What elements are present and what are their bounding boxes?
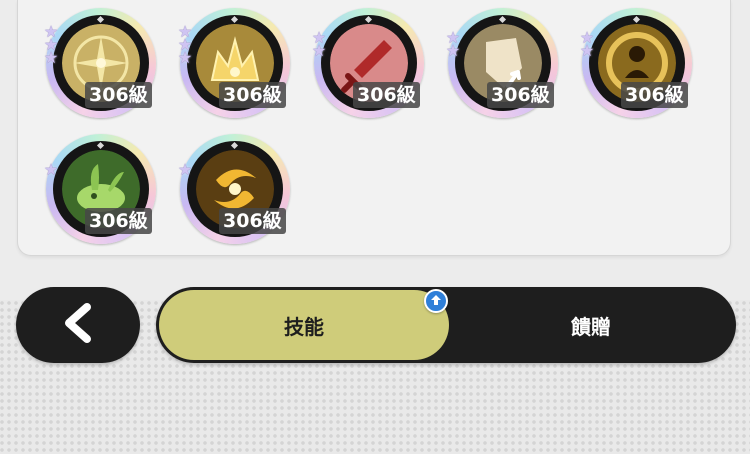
skill-slot[interactable]: ★ ★ 306級 bbox=[580, 8, 692, 118]
star-icon: ★ bbox=[43, 160, 59, 179]
skill-level-label: 306級 bbox=[85, 208, 152, 234]
star-icon: ★ bbox=[445, 41, 461, 60]
skill-panel: ★ ★ ★ 306級 ★ ★ ★ 306級 ★ ★ 306級 ★ ★ 306級 ★ ★ 306級 ★ 306級 ★ 30… bbox=[17, 0, 731, 256]
skill-slot[interactable]: ★ 306級 bbox=[44, 134, 156, 244]
star-rating: ★ bbox=[176, 160, 196, 179]
tab-skills[interactable]: 技能 bbox=[159, 290, 449, 360]
skill-level-label: 306級 bbox=[219, 82, 286, 108]
star-icon: ★ bbox=[311, 41, 327, 60]
star-icon: ★ bbox=[43, 48, 59, 67]
tab-gifts[interactable]: 饋贈 bbox=[449, 290, 733, 360]
arrow-up-icon bbox=[429, 292, 443, 311]
star-rating: ★ ★ ★ bbox=[42, 24, 62, 67]
chevron-left-icon bbox=[61, 303, 95, 347]
star-icon: ★ bbox=[177, 48, 193, 67]
skill-level-label: 306級 bbox=[219, 208, 286, 234]
star-rating: ★ ★ bbox=[310, 30, 330, 60]
star-icon: ★ bbox=[177, 160, 193, 179]
skill-slot[interactable]: ★ ★ 306級 bbox=[312, 8, 424, 118]
back-button[interactable] bbox=[16, 287, 140, 363]
star-rating: ★ ★ bbox=[578, 30, 598, 60]
skill-level-label: 306級 bbox=[621, 82, 688, 108]
upgrade-badge bbox=[424, 289, 448, 313]
tab-gifts-label: 饋贈 bbox=[571, 314, 611, 339]
skill-level-label: 306級 bbox=[353, 82, 420, 108]
skill-slot[interactable]: ★ ★ ★ 306級 bbox=[178, 8, 290, 118]
star-rating: ★ bbox=[42, 160, 62, 179]
skill-level-label: 306級 bbox=[85, 82, 152, 108]
skill-level-label: 306級 bbox=[487, 82, 554, 108]
skill-slot[interactable]: ★ ★ 306級 bbox=[446, 8, 558, 118]
star-icon: ★ bbox=[579, 41, 595, 60]
skill-slot[interactable]: ★ ★ ★ 306級 bbox=[44, 8, 156, 118]
star-rating: ★ ★ ★ bbox=[176, 24, 196, 67]
tab-skills-label: 技能 bbox=[284, 314, 324, 339]
skill-slot[interactable]: ★ 306級 bbox=[178, 134, 290, 244]
star-rating: ★ ★ bbox=[444, 30, 464, 60]
